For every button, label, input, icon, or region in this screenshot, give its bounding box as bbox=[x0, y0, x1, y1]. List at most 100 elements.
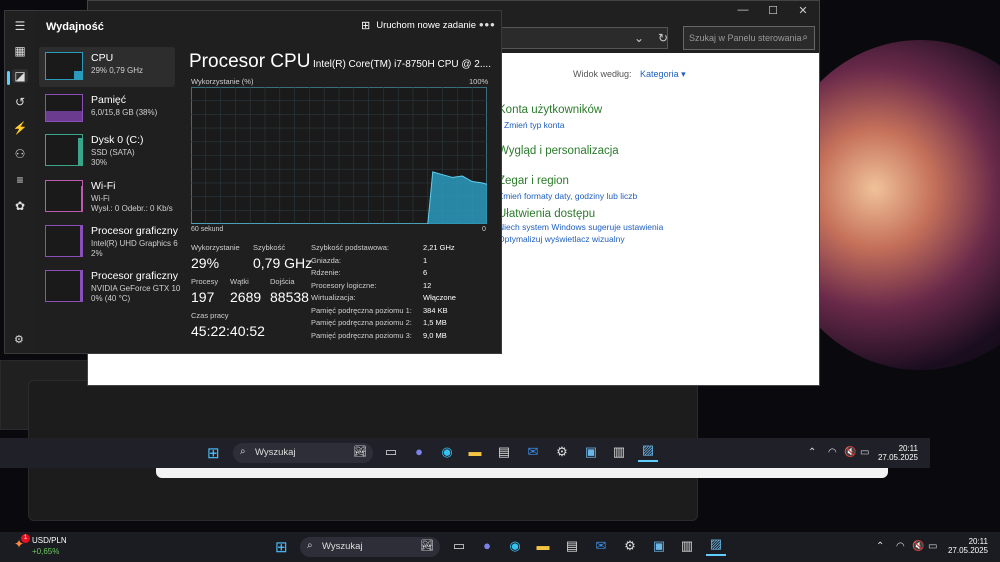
cpu-usage-graph bbox=[191, 87, 487, 224]
maximize-button[interactable]: ☐ bbox=[758, 4, 788, 17]
task-manager-icon[interactable]: ▨ bbox=[638, 442, 658, 462]
control-panel-icon[interactable]: ▣ bbox=[649, 538, 669, 558]
edge-icon[interactable]: ◉ bbox=[505, 538, 525, 558]
performance-icon[interactable]: ◪ bbox=[12, 69, 28, 83]
start-icon[interactable]: ⊞ bbox=[207, 444, 220, 462]
perf-item-name: Procesor graficzny bbox=[91, 225, 178, 237]
mail-icon[interactable]: ✉ bbox=[591, 538, 611, 558]
start-icon[interactable]: ⊞ bbox=[275, 538, 288, 556]
explorer-icon[interactable]: ▬ bbox=[533, 538, 553, 558]
wifi-icon[interactable]: ◠ bbox=[896, 541, 905, 552]
category-ease-of-access[interactable]: Ułatwienia dostępu bbox=[498, 208, 595, 220]
perf-item-cpu[interactable]: CPU 29% 0,79 GHz bbox=[39, 47, 175, 87]
perf-item-detail-2: 30% bbox=[91, 158, 108, 167]
volume-muted-icon[interactable]: 🔇 bbox=[844, 447, 856, 458]
cpu-thumbnail bbox=[45, 52, 83, 80]
processes-icon[interactable]: ▦ bbox=[12, 44, 28, 58]
refresh-icon[interactable]: ↻ bbox=[658, 31, 668, 45]
spec-base-speed-label: Szybkość podstawowa: bbox=[311, 243, 389, 252]
settings-icon[interactable]: ⚙ bbox=[620, 538, 640, 558]
settings-icon[interactable]: ⚙ bbox=[552, 444, 572, 464]
spec-l2-value: 1,5 MB bbox=[423, 318, 447, 327]
perf-item-detail: Wi-Fi bbox=[91, 194, 110, 203]
link-suggest-settings[interactable]: Niech system Windows sugeruje ustawienia bbox=[498, 222, 663, 232]
task-view-icon[interactable]: ▭ bbox=[381, 444, 401, 464]
more-options-button[interactable]: ••• bbox=[479, 17, 496, 32]
control-panel-icon[interactable]: ▣ bbox=[581, 444, 601, 464]
new-task-label: Uruchom nowe zadanie bbox=[376, 20, 477, 31]
link-change-account-type[interactable]: Zmień typ konta bbox=[504, 120, 564, 130]
users-icon[interactable]: ⚇ bbox=[12, 147, 28, 161]
services-icon[interactable]: ✿ bbox=[12, 199, 28, 213]
teams-icon[interactable]: ● bbox=[477, 538, 497, 558]
memory-thumbnail bbox=[45, 94, 83, 122]
perf-item-name: Procesor graficzny bbox=[91, 270, 178, 282]
explorer-icon[interactable]: ▬ bbox=[465, 444, 485, 464]
new-task-icon: ⊞ bbox=[361, 20, 371, 32]
close-button[interactable]: ✕ bbox=[788, 4, 818, 17]
cpu-heading: Procesor CPU bbox=[189, 51, 311, 72]
taskbar-search[interactable]: ⌕ Wyszukaj 🏞 bbox=[300, 537, 440, 557]
handles-value: 88538 bbox=[270, 289, 309, 305]
perf-item-memory[interactable]: Pamięć 6,0/15,8 GB (38%) bbox=[39, 89, 175, 129]
clock-time: 20:11 bbox=[968, 537, 988, 546]
teams-icon[interactable]: ● bbox=[409, 444, 429, 464]
network-icon[interactable]: ▥ bbox=[609, 444, 629, 464]
battery-icon[interactable]: ▭ bbox=[928, 541, 937, 552]
category-clock-region[interactable]: Zegar i region bbox=[498, 175, 569, 187]
view-by: Widok według: Kategoria ▾ bbox=[573, 69, 686, 80]
mail-icon[interactable]: ✉ bbox=[523, 444, 543, 464]
taskbar-search[interactable]: ⌕ Wyszukaj 🏞 bbox=[233, 443, 373, 463]
history-icon[interactable]: ↺ bbox=[12, 95, 28, 109]
link-change-formats[interactable]: Zmień formaty daty, godziny lub liczb bbox=[498, 191, 637, 201]
startup-icon[interactable]: ⚡ bbox=[12, 121, 28, 135]
category-user-accounts[interactable]: Konta użytkowników bbox=[498, 104, 602, 116]
utilization-value: 29% bbox=[191, 255, 220, 271]
spec-l3-value: 9,0 MB bbox=[423, 331, 447, 340]
chevron-down-icon[interactable]: ⌄ bbox=[634, 31, 644, 45]
chevron-up-icon[interactable]: ⌃ bbox=[808, 447, 816, 458]
battery-icon[interactable]: ▭ bbox=[860, 447, 869, 458]
perf-item-gpu-1[interactable]: Procesor graficzny NVIDIA GeForce GTX 10… bbox=[39, 265, 180, 305]
perf-item-disk[interactable]: Dysk 0 (C:) SSD (SATA) 30% bbox=[39, 129, 175, 169]
minimize-button[interactable]: — bbox=[728, 4, 758, 16]
speed-label: Szybkość bbox=[253, 243, 286, 252]
chevron-up-icon[interactable]: ⌃ bbox=[876, 541, 884, 552]
perf-item-detail: NVIDIA GeForce GTX 10 bbox=[91, 284, 181, 293]
utilization-axis-label: Wykorzystanie (%) bbox=[191, 77, 254, 86]
perf-item-detail: SSD (SATA) bbox=[91, 148, 135, 157]
clock[interactable]: 20:11 27.05.2025 bbox=[944, 537, 988, 555]
store-icon[interactable]: ▤ bbox=[562, 538, 582, 558]
category-appearance[interactable]: Wygląd i personalizacja bbox=[498, 145, 619, 157]
spec-cores-value: 6 bbox=[423, 268, 428, 277]
settings-icon[interactable]: ⚙ bbox=[14, 333, 24, 346]
task-manager-icon[interactable]: ▨ bbox=[706, 536, 726, 556]
desktop: — ☐ ✕ ⌄ ↻ Szukaj w Panelu sterowania ⌕ W… bbox=[0, 0, 1000, 562]
perf-item-detail-2: 0% (40 °C) bbox=[91, 294, 131, 303]
perf-item-wifi[interactable]: Wi-Fi Wi-Fi Wysł.: 0 Odebr.: 0 Kb/s bbox=[39, 175, 175, 215]
search-icon: ⌕ bbox=[802, 32, 808, 43]
control-panel-search-input[interactable]: Szukaj w Panelu sterowania ⌕ bbox=[683, 26, 815, 50]
link-optimize-display[interactable]: Optymalizuj wyświetlacz wizualny bbox=[498, 234, 625, 244]
wifi-icon[interactable]: ◠ bbox=[828, 447, 837, 458]
taskbar: ⊞ ⌕ Wyszukaj 🏞 ▭ ● ◉ ▬ ▤ ✉ ⚙ ▣ ▥ ▨ ⌃ ◠ 🔇… bbox=[0, 532, 1000, 562]
view-by-dropdown[interactable]: Kategoria ▾ bbox=[640, 69, 686, 79]
disk-thumbnail bbox=[45, 134, 83, 166]
perf-item-gpu-0[interactable]: Procesor graficzny Intel(R) UHD Graphics… bbox=[39, 220, 178, 260]
volume-muted-icon[interactable]: 🔇 bbox=[912, 541, 924, 552]
search-highlight-icon: 🏞 bbox=[353, 446, 367, 458]
utilization-label: Wykorzystanie bbox=[191, 243, 240, 252]
new-task-button[interactable]: ⊞ Uruchom nowe zadanie bbox=[361, 19, 476, 32]
hamburger-icon[interactable]: ☰ bbox=[12, 19, 28, 33]
widget-title: USD/PLN bbox=[32, 536, 67, 545]
time-axis-label: 60 sekund bbox=[191, 226, 224, 233]
details-icon[interactable]: ≡ bbox=[12, 173, 28, 187]
threads-label: Wątki bbox=[230, 277, 249, 286]
edge-icon[interactable]: ◉ bbox=[437, 444, 457, 464]
perf-item-detail-2: Wysł.: 0 Odebr.: 0 Kb/s bbox=[91, 204, 173, 213]
network-icon[interactable]: ▥ bbox=[677, 538, 697, 558]
clock[interactable]: 20:11 27.05.2025 bbox=[876, 444, 918, 462]
perf-item-name: Pamięć bbox=[91, 94, 127, 106]
store-icon[interactable]: ▤ bbox=[494, 444, 514, 464]
task-view-icon[interactable]: ▭ bbox=[449, 538, 469, 558]
